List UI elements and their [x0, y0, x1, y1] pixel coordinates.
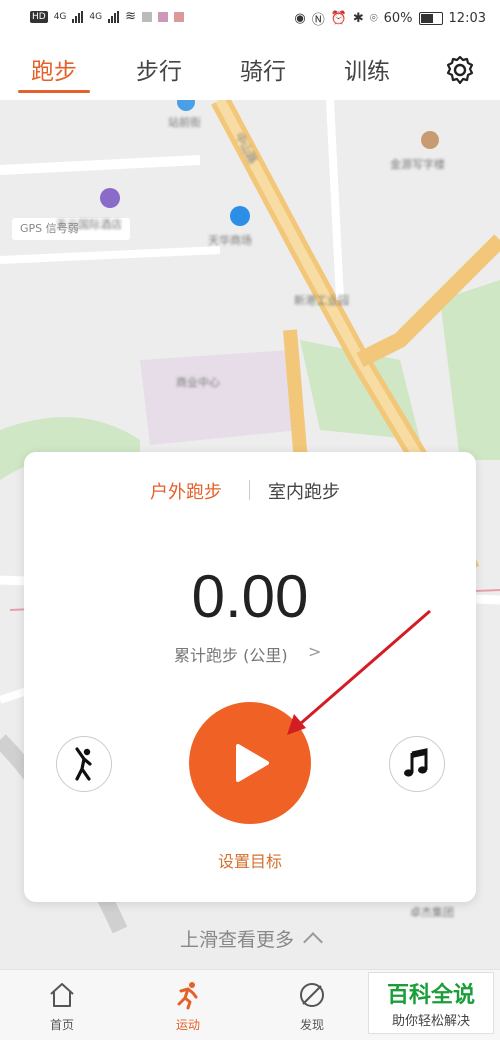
chevron-up-icon	[303, 932, 323, 952]
nav-home[interactable]: 首页	[17, 970, 107, 1040]
nav-discover-label: 发现	[299, 1018, 324, 1032]
home-icon	[50, 983, 74, 1007]
swipe-up-hint-text: 上滑查看更多	[179, 929, 294, 951]
nav-discover[interactable]: 发现	[267, 970, 357, 1040]
nav-home-label: 首页	[49, 1018, 74, 1032]
watermark-title: 百科全说	[386, 983, 475, 1008]
watermark-subtitle: 助你轻松解决	[391, 1014, 470, 1029]
nav-exercise[interactable]: 运动	[143, 970, 233, 1040]
running-icon	[177, 982, 198, 1010]
watermark-badge: 百科全说 助你轻松解决	[368, 972, 494, 1034]
annotation-arrow	[287, 609, 431, 735]
discover-icon	[300, 983, 324, 1007]
nav-exercise-label: 运动	[175, 1018, 200, 1032]
swipe-up-hint[interactable]: 上滑查看更多	[0, 925, 500, 952]
